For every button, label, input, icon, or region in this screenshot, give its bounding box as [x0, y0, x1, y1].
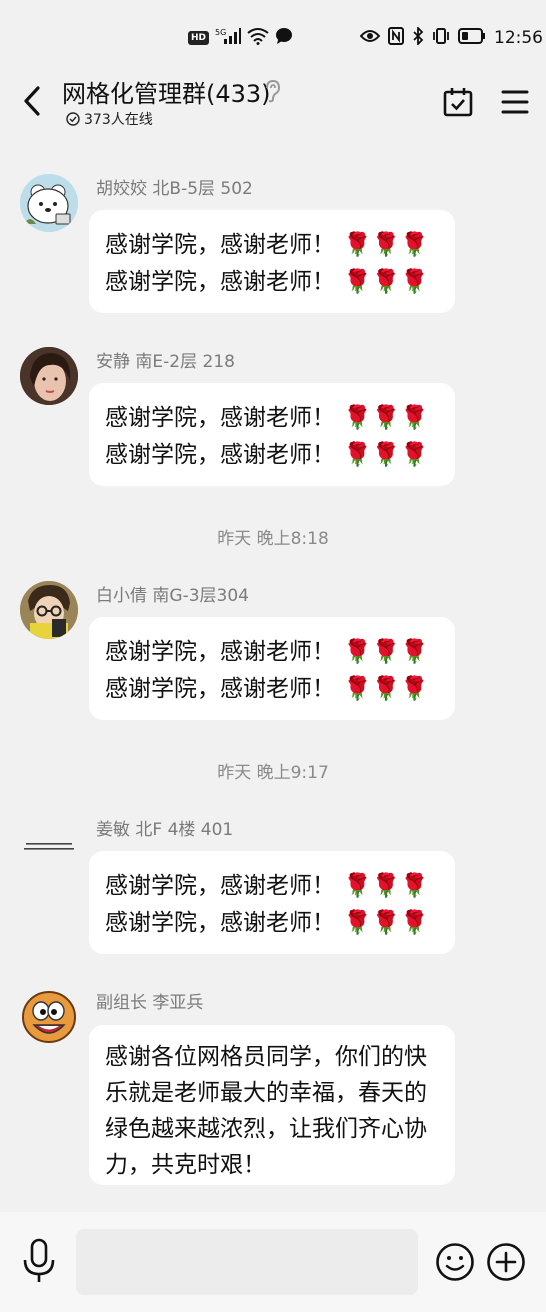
signal-icon: 5G: [215, 27, 242, 49]
message-bubble[interactable]: 感谢学院，感谢老师！ 🌹🌹🌹 感谢学院，感谢老师！ 🌹🌹🌹: [89, 383, 455, 486]
ear-icon[interactable]: [262, 79, 282, 103]
wifi-icon: [247, 27, 269, 49]
roses: 🌹🌹🌹: [343, 676, 429, 702]
status-right: 12:56: [359, 25, 543, 49]
message-bubble[interactable]: 感谢各位网格员同学，你们的快乐就是老师最大的幸福，春天的绿色越来越浓烈，让我们齐…: [89, 1025, 455, 1185]
microphone-icon: [23, 1238, 55, 1282]
eye-icon: [359, 28, 381, 48]
avatar[interactable]: [20, 815, 78, 873]
message-line: 感谢学院，感谢老师！ 🌹🌹🌹: [105, 437, 439, 474]
back-button[interactable]: [16, 84, 50, 118]
message-line: 感谢学院，感谢老师！ 🌹🌹🌹: [105, 264, 439, 301]
roses: 🌹🌹🌹: [343, 442, 429, 468]
message-line: 感谢学院，感谢老师！ 🌹🌹🌹: [105, 400, 439, 437]
sender-name: 安静 南E-2层 218: [96, 352, 235, 372]
more-button[interactable]: [486, 1242, 526, 1282]
hd-badge: HD: [188, 31, 210, 45]
smiley-icon: [436, 1243, 474, 1281]
message-input[interactable]: [76, 1229, 418, 1295]
message-line: 感谢学院，感谢老师！ 🌹🌹🌹: [105, 905, 439, 942]
time-separator: 昨天 晚上8:18: [217, 529, 329, 549]
bluetooth-icon: [412, 25, 424, 49]
calendar-check-icon: [443, 88, 473, 117]
sender-name: 姜敏 北F 4楼 401: [96, 820, 234, 840]
avatar[interactable]: [20, 581, 78, 639]
bear-avatar-icon: [20, 174, 78, 232]
time-separator: 昨天 晚上9:17: [217, 763, 329, 783]
sender-name: 副组长 李亚兵: [96, 993, 204, 1013]
chevron-left-icon: [24, 86, 40, 116]
message-bubble[interactable]: 感谢学院，感谢老师！ 🌹🌹🌹 感谢学院，感谢老师！ 🌹🌹🌹: [89, 617, 455, 720]
message-bubble[interactable]: 感谢学院，感谢老师！ 🌹🌹🌹 感谢学院，感谢老师！ 🌹🌹🌹: [89, 851, 455, 954]
sender-name: 白小倩 南G-3层304: [96, 586, 249, 606]
message-line: 感谢学院，感谢老师！ 🌹🌹🌹: [105, 227, 439, 264]
cartoon-avatar-icon: [22, 991, 76, 1043]
online-status: 373人在线: [66, 109, 153, 129]
roses: 🌹🌹🌹: [343, 910, 429, 936]
status-time: 12:56: [494, 28, 543, 48]
avatar[interactable]: [20, 174, 78, 232]
message-line: 感谢学院，感谢老师！ 🌹🌹🌹: [105, 671, 439, 708]
text-avatar-icon: [20, 815, 78, 873]
roses: 🌹🌹🌹: [343, 269, 429, 295]
svg-text:5G: 5G: [215, 28, 226, 37]
plus-circle-icon: [487, 1243, 525, 1281]
roses: 🌹🌹🌹: [343, 639, 429, 665]
person-avatar-icon: [20, 347, 78, 405]
menu-button[interactable]: [500, 88, 530, 116]
check-circle-icon: [66, 112, 80, 126]
roses: 🌹🌹🌹: [343, 873, 429, 899]
roses: 🌹🌹🌹: [343, 232, 429, 258]
message-line: 感谢学院，感谢老师！ 🌹🌹🌹: [105, 634, 439, 671]
battery-icon: [458, 28, 486, 48]
person-avatar-icon: [20, 581, 78, 639]
avatar[interactable]: [20, 347, 78, 405]
avatar[interactable]: [20, 987, 78, 1045]
calendar-button[interactable]: [442, 86, 474, 118]
message-bubble[interactable]: 感谢学院，感谢老师！ 🌹🌹🌹 感谢学院，感谢老师！ 🌹🌹🌹: [89, 210, 455, 313]
emoji-button[interactable]: [435, 1242, 475, 1282]
status-left: HD 5G: [188, 27, 293, 49]
vibrate-icon: [432, 27, 450, 49]
nfc-icon: [388, 27, 404, 49]
chat-bubble-icon: [275, 27, 293, 49]
voice-button[interactable]: [22, 1238, 56, 1284]
sender-name: 胡姣姣 北B-5层 502: [96, 179, 253, 199]
message-line: 感谢学院，感谢老师！ 🌹🌹🌹: [105, 868, 439, 905]
online-count: 373人在线: [84, 112, 153, 128]
hamburger-icon: [501, 90, 529, 114]
group-title[interactable]: 网格化管理群(433): [62, 74, 271, 109]
roses: 🌹🌹🌹: [343, 405, 429, 431]
